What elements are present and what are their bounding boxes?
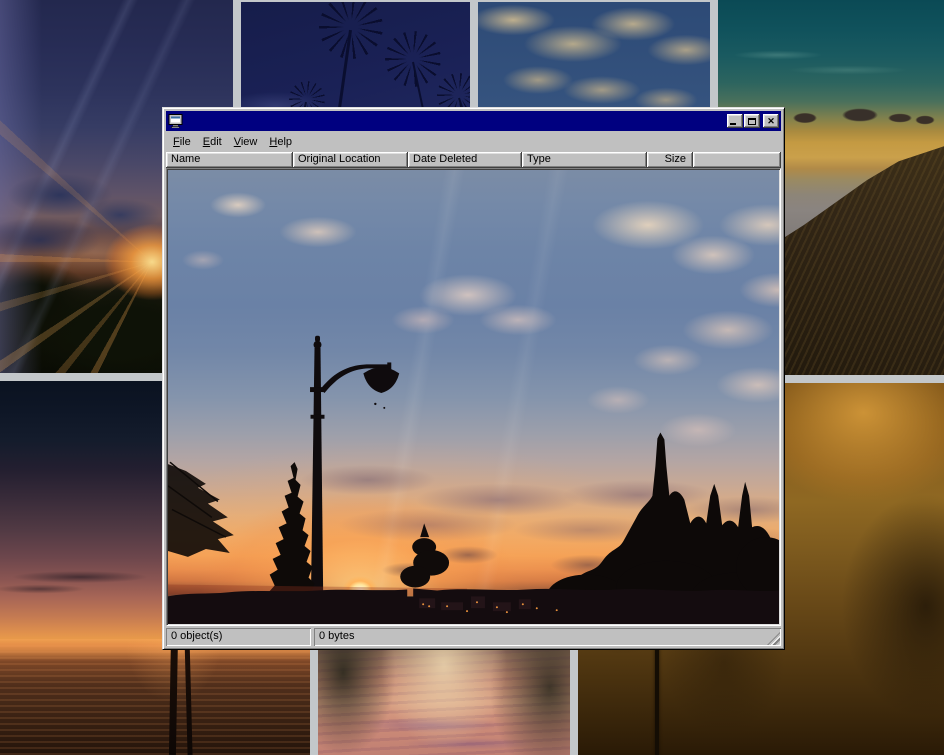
- window-system-icon[interactable]: [168, 114, 184, 128]
- screen: ✕ File Edit View Help Name Original Loca…: [0, 0, 944, 755]
- column-header-row: Name Original Location Date Deleted Type…: [166, 152, 781, 168]
- menu-item-view[interactable]: View: [228, 134, 264, 150]
- column-header-size[interactable]: Size: [647, 152, 693, 168]
- street-lamp-silhouette: [310, 336, 399, 624]
- column-header-type[interactable]: Type: [522, 152, 647, 168]
- recycle-bin-window: ✕ File Edit View Help Name Original Loca…: [162, 107, 785, 650]
- title-bar[interactable]: ✕: [166, 111, 781, 131]
- column-header-name[interactable]: Name: [166, 152, 293, 168]
- status-bytes: 0 bytes: [314, 628, 781, 646]
- wall-gap: [233, 0, 718, 2]
- close-icon: ✕: [767, 115, 775, 127]
- landscape-silhouette: [168, 588, 779, 624]
- minimize-button[interactable]: [727, 114, 743, 128]
- menu-bar: File Edit View Help: [166, 131, 781, 152]
- menu-item-help[interactable]: Help: [263, 134, 298, 150]
- maximize-icon: [748, 118, 756, 125]
- umbel-silhouette: [385, 31, 441, 87]
- maximize-button[interactable]: [744, 114, 760, 128]
- resize-grip[interactable]: [767, 632, 780, 645]
- close-button[interactable]: ✕: [763, 114, 779, 128]
- status-bar: 0 object(s) 0 bytes: [166, 628, 781, 646]
- column-header-date-deleted[interactable]: Date Deleted: [408, 152, 522, 168]
- sunset-sky-streetlamp-photo: [168, 170, 779, 624]
- status-bytes-text: 0 bytes: [319, 630, 354, 642]
- column-header-filler: [693, 152, 781, 168]
- menu-item-file[interactable]: File: [167, 134, 197, 150]
- minimize-icon: [730, 123, 736, 125]
- lake-water: [0, 639, 310, 755]
- silhouette-overlay: [168, 170, 779, 624]
- status-objects: 0 object(s): [166, 628, 311, 646]
- bush-silhouette: [400, 523, 449, 587]
- column-header-original-location[interactable]: Original Location: [293, 152, 408, 168]
- file-list-viewport[interactable]: [166, 168, 781, 626]
- menu-item-edit[interactable]: Edit: [197, 134, 228, 150]
